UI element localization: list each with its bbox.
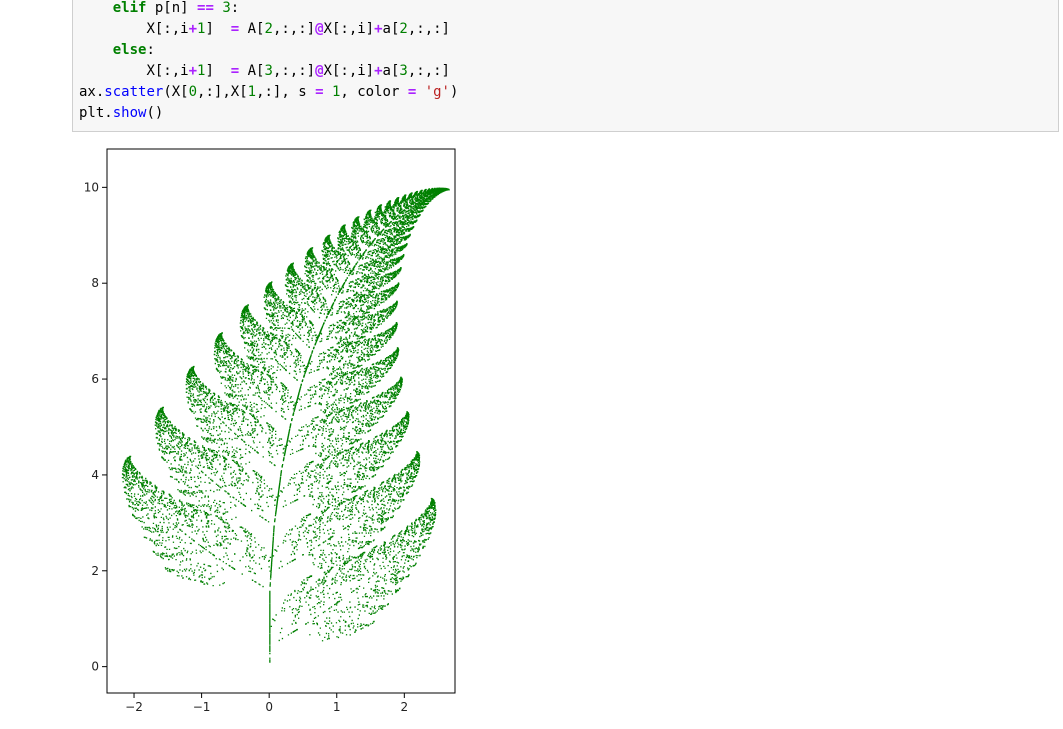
code-token: , color: [340, 84, 408, 100]
code-token: 1: [247, 84, 257, 100]
code-token: ,:,:]: [272, 21, 316, 37]
y-tick-label: 6: [91, 372, 99, 386]
code-line[interactable]: else:: [79, 40, 155, 61]
code-token: @: [315, 63, 324, 79]
code-token: p[n]: [146, 0, 198, 16]
code-token: a[: [382, 21, 400, 37]
code-token: X[:,i: [146, 63, 189, 79]
x-tick-label: −1: [193, 700, 211, 714]
y-axis: 0 2 4 6 8 10: [84, 180, 107, 674]
code-token: ): [450, 84, 459, 100]
code-token: ,:,:]: [407, 63, 450, 79]
code-token: A[: [239, 63, 265, 79]
code-token: =: [230, 63, 240, 79]
x-tick-label: 2: [401, 700, 409, 714]
code-token: +: [188, 63, 198, 79]
code-token: +: [188, 21, 198, 37]
x-tick-label: 1: [333, 700, 341, 714]
code-token: plt.: [79, 105, 113, 121]
y-tick-label: 2: [91, 564, 99, 578]
code-token: 2: [264, 21, 273, 37]
code-token: ax.: [79, 84, 105, 100]
code-token: (X[: [163, 84, 189, 100]
code-line[interactable]: elif p[n] == 3:: [79, 0, 239, 19]
code-token: :: [230, 0, 240, 16]
code-token: 3: [222, 0, 231, 16]
code-line[interactable]: X[:,i+1] = A[3,:,:]@X[:,i]+a[3,:,:]: [79, 61, 450, 82]
code-token: +: [374, 21, 383, 37]
code-token: ,:], s: [256, 84, 316, 100]
code-token: X[:,i: [146, 21, 189, 37]
code-token: (): [146, 105, 164, 121]
code-token: scatter: [104, 84, 164, 100]
code-token: X[:,i]: [323, 21, 375, 37]
code-token: 3: [264, 63, 273, 79]
y-tick-label: 10: [84, 180, 99, 194]
code-token: =: [230, 21, 240, 37]
code-token: =: [315, 84, 324, 100]
code-line[interactable]: X[:,i+1] = A[2,:,:]@X[:,i]+a[2,:,:]: [79, 19, 450, 40]
y-tick-label: 8: [91, 276, 99, 290]
code-token: X[:,i]: [323, 63, 375, 79]
code-token: +: [374, 63, 383, 79]
x-axis: −2 −1 0 1 2: [125, 693, 408, 714]
code-line[interactable]: plt.show(): [79, 103, 163, 124]
code-token: show: [112, 105, 147, 121]
x-tick-label: −2: [125, 700, 143, 714]
code-token: ,:,:]: [407, 21, 450, 37]
code-token: 2: [399, 21, 408, 37]
code-token: a[: [382, 63, 400, 79]
code-token: 'g': [424, 84, 450, 100]
code-line[interactable]: ax.scatter(X[0,:],X[1,:], s = 1, color =…: [79, 82, 458, 103]
code-token: 3: [399, 63, 408, 79]
code-token: ,:],X[: [197, 84, 248, 100]
code-token: =: [407, 84, 417, 100]
code-token: ]: [205, 63, 231, 79]
y-tick-label: 0: [91, 660, 99, 674]
code-token: 0: [188, 84, 198, 100]
x-tick-label: 0: [265, 700, 273, 714]
code-token: @: [315, 21, 324, 37]
code-token: A[: [239, 21, 265, 37]
code-token: ,:,:]: [272, 63, 316, 79]
fern-scatter-plot: −2 −1 0 1 2 0 2 4 6 8 10: [84, 148, 456, 714]
code-token: ==: [197, 0, 214, 16]
code-token: else: [112, 42, 147, 58]
code-token: elif: [112, 0, 147, 16]
code-cell[interactable]: elif p[n] == 3: X[:,i+1] = A[2,:,:]@X[:,…: [72, 0, 1059, 132]
code-token: ]: [205, 21, 231, 37]
code-token: :: [146, 42, 155, 58]
y-tick-label: 4: [91, 468, 99, 482]
output-area: −2 −1 0 1 2 0 2 4 6 8 10: [72, 140, 472, 725]
